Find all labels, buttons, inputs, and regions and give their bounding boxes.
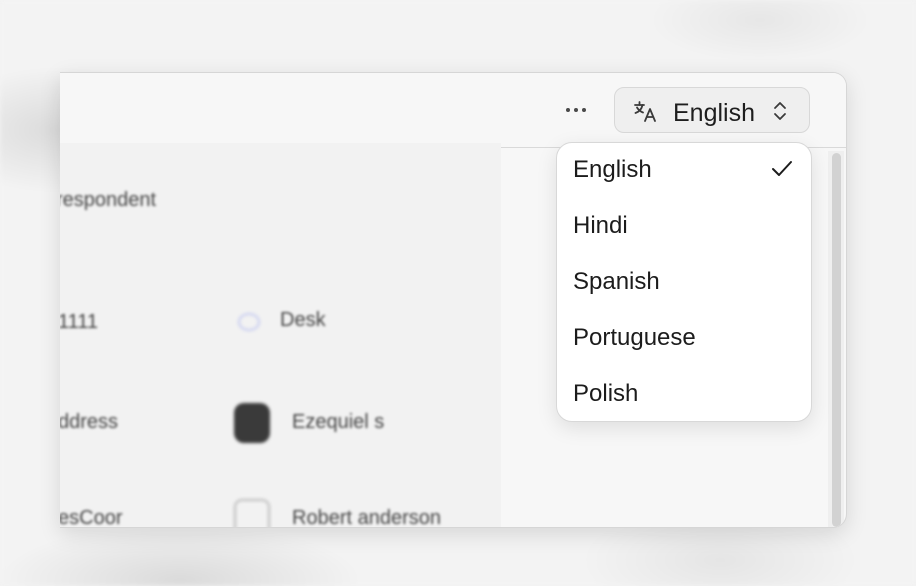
language-selector-button[interactable]: English xyxy=(614,87,810,133)
language-dropdown-menu: English Hindi Spanish Portuguese Polish xyxy=(556,142,812,422)
checkmark-icon xyxy=(772,161,792,176)
blurred-text: ddress xyxy=(60,411,119,433)
language-option-hindi[interactable]: Hindi xyxy=(557,199,811,255)
blurred-text: Desk xyxy=(280,309,326,331)
chevron-up-down-icon xyxy=(774,102,786,120)
option-label: English xyxy=(573,156,652,183)
more-horizontal-icon xyxy=(566,108,570,112)
blurred-text: Robert anderson xyxy=(292,507,441,528)
language-option-english[interactable]: English xyxy=(557,143,811,199)
language-option-portuguese[interactable]: Portuguese xyxy=(557,311,811,367)
blurred-text: Ezequiel s xyxy=(292,411,385,433)
option-label: Spanish xyxy=(573,268,660,295)
blurred-avatar xyxy=(234,499,270,527)
option-label: Portuguese xyxy=(573,324,696,351)
option-label: Hindi xyxy=(573,212,628,239)
blurred-content-panel: respondent 1111 Desk ddress Ezequiel s e… xyxy=(60,143,501,527)
language-option-spanish[interactable]: Spanish xyxy=(557,255,811,311)
more-options-button[interactable] xyxy=(561,95,591,125)
toolbar: English xyxy=(60,73,846,147)
translate-icon xyxy=(634,101,656,122)
blurred-text: esCoor xyxy=(60,507,123,528)
blurred-text: 1111 xyxy=(60,311,99,333)
scrollbar-thumb[interactable] xyxy=(832,153,841,527)
selected-language-label: English xyxy=(673,99,755,127)
option-label: Polish xyxy=(573,380,639,407)
blurred-avatar xyxy=(234,403,270,443)
blurred-avatar xyxy=(238,313,260,331)
language-option-polish[interactable]: Polish xyxy=(557,367,811,423)
blurred-text: respondent xyxy=(60,189,157,211)
